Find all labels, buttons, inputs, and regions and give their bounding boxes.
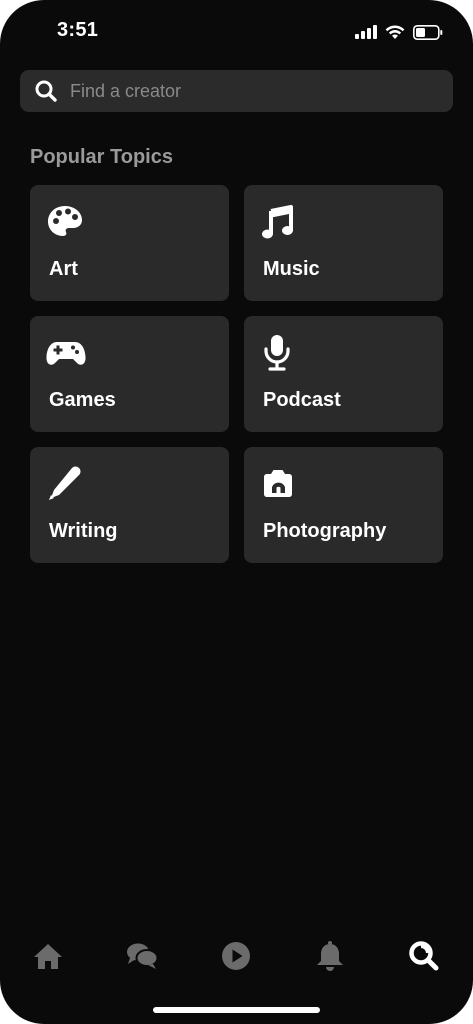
palette-icon <box>46 203 84 241</box>
nav-chat[interactable] <box>122 938 162 978</box>
status-icons <box>355 22 443 42</box>
search-icon <box>408 940 440 977</box>
home-indicator[interactable] <box>153 1007 320 1013</box>
bell-icon <box>316 940 344 977</box>
topic-label-games: Games <box>49 389 116 411</box>
home-icon <box>33 942 63 975</box>
topic-label-music: Music <box>263 258 320 280</box>
topic-label-art: Art <box>49 258 78 280</box>
music-note-icon <box>260 203 298 241</box>
gamepad-icon <box>46 334 86 372</box>
section-title: Popular Topics <box>30 146 173 168</box>
status-time: 3:51 <box>57 19 99 41</box>
cellular-signal-icon <box>355 25 377 39</box>
topic-label-photography: Photography <box>263 520 387 542</box>
phone-screen: 3:51 Find a creator Popular Topics Art M… <box>0 0 473 1024</box>
topic-label-writing: Writing <box>49 520 118 542</box>
topic-card-writing[interactable]: Writing <box>30 447 229 563</box>
chat-icon <box>125 941 159 976</box>
play-icon <box>221 941 251 976</box>
topic-card-podcast[interactable]: Podcast <box>244 316 443 432</box>
topic-label-podcast: Podcast <box>263 389 341 411</box>
topic-card-photography[interactable]: Photography <box>244 447 443 563</box>
nav-search[interactable] <box>404 938 444 978</box>
battery-icon <box>413 24 443 40</box>
topic-card-art[interactable]: Art <box>30 185 229 301</box>
search-bar[interactable] <box>20 70 453 112</box>
topic-card-games[interactable]: Games <box>30 316 229 432</box>
camera-icon <box>260 465 298 503</box>
wifi-icon <box>385 25 405 40</box>
nav-play[interactable] <box>216 938 256 978</box>
microphone-icon <box>260 334 298 372</box>
search-icon <box>35 80 57 107</box>
topic-card-music[interactable]: Music <box>244 185 443 301</box>
nav-home[interactable] <box>28 938 68 978</box>
status-bar: 3:51 <box>0 0 473 62</box>
search-input[interactable] <box>70 70 440 112</box>
nav-notifications[interactable] <box>310 938 350 978</box>
bottom-nav <box>0 930 473 990</box>
pencil-icon <box>46 465 84 503</box>
